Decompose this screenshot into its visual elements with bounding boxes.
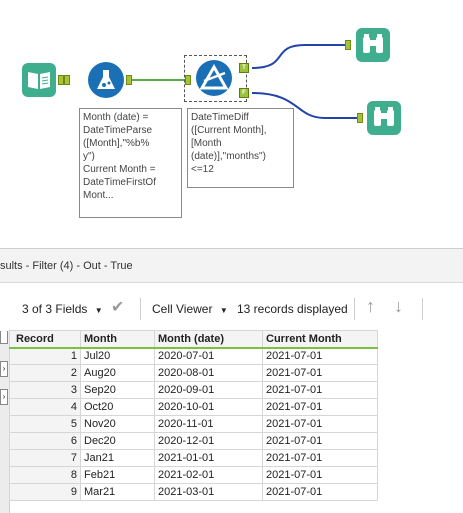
browse-tool-false[interactable] <box>367 101 401 135</box>
column-header-current-month[interactable]: Current Month <box>262 330 378 349</box>
book-icon <box>28 72 50 89</box>
formula-tool[interactable] <box>88 62 124 98</box>
toolbar-divider <box>354 298 355 320</box>
current-month-cell[interactable]: 2021-07-01 <box>262 483 378 501</box>
flask-icon <box>97 70 115 89</box>
filter-false-anchor[interactable]: F <box>239 88 249 98</box>
filter-tool[interactable] <box>196 60 232 96</box>
grid-header-row: Record Month Month (date) Current Month <box>9 330 378 349</box>
month-date-cell[interactable]: 2020-11-01 <box>154 415 263 433</box>
filter-true-anchor[interactable]: T <box>239 63 249 73</box>
month-cell[interactable]: Jul20 <box>80 347 155 365</box>
results-grid: Record Month Month (date) Current Month … <box>9 330 378 501</box>
toolbar-divider <box>422 298 423 320</box>
fields-selector[interactable]: 3 of 3 Fields ▼ <box>22 302 103 316</box>
table-row[interactable]: 4 Oct20 2020-10-01 2021-07-01 <box>9 398 378 416</box>
binoculars-icon <box>374 107 394 126</box>
browse-true-input-anchor[interactable] <box>345 40 351 50</box>
month-cell[interactable]: Dec20 <box>80 432 155 450</box>
month-cell[interactable]: Sep20 <box>80 381 155 399</box>
grid-body: 1 Jul20 2020-07-01 2021-07-01 2 Aug20 2020-08-… <box>9 347 378 501</box>
month-date-cell[interactable]: 2020-10-01 <box>154 398 263 416</box>
month-cell[interactable]: Mar21 <box>80 483 155 501</box>
arrow-up-icon[interactable]: ↑ <box>366 296 375 317</box>
month-date-cell[interactable]: 2020-07-01 <box>154 347 263 365</box>
record-cell[interactable]: 1 <box>9 347 81 365</box>
month-date-cell[interactable]: 2021-01-01 <box>154 449 263 467</box>
table-row[interactable]: 2 Aug20 2020-08-01 2021-07-01 <box>9 364 378 382</box>
month-date-cell[interactable]: 2021-03-01 <box>154 483 263 501</box>
browse-tool-true[interactable] <box>356 28 390 62</box>
current-month-cell[interactable]: 2021-07-01 <box>262 415 378 433</box>
table-row[interactable]: 6 Dec20 2020-12-01 2021-07-01 <box>9 432 378 450</box>
record-cell[interactable]: 4 <box>9 398 81 416</box>
month-cell[interactable]: Nov20 <box>80 415 155 433</box>
record-cell[interactable]: 6 <box>9 432 81 450</box>
current-month-cell[interactable]: 2021-07-01 <box>262 381 378 399</box>
filter-annotation: DateTimeDiff ([Current Month], [Month (d… <box>187 108 294 188</box>
table-row[interactable]: 1 Jul20 2020-07-01 2021-07-01 <box>9 347 378 365</box>
month-date-cell[interactable]: 2021-02-01 <box>154 466 263 484</box>
arrow-down-icon[interactable]: ↓ <box>394 296 403 317</box>
record-cell[interactable]: 5 <box>9 415 81 433</box>
record-cell[interactable]: 2 <box>9 364 81 382</box>
current-month-cell[interactable]: 2021-07-01 <box>262 432 378 450</box>
month-date-cell[interactable]: 2020-09-01 <box>154 381 263 399</box>
table-row[interactable]: 7 Jan21 2021-01-01 2021-07-01 <box>9 449 378 467</box>
binoculars-icon <box>363 34 383 53</box>
record-cell[interactable]: 9 <box>9 483 81 501</box>
results-toolbar: 3 of 3 Fields ▼ ✔ Cell Viewer ▼ 13 recor… <box>0 283 463 331</box>
record-cell[interactable]: 7 <box>9 449 81 467</box>
formula-annotation: Month (date) = DateTimeParse ([Month],"%… <box>79 108 182 218</box>
current-month-cell[interactable]: 2021-07-01 <box>262 398 378 416</box>
current-month-cell[interactable]: 2021-07-01 <box>262 347 378 365</box>
cell-viewer-dropdown[interactable]: Cell Viewer ▼ <box>152 302 228 316</box>
filter-input-anchor[interactable] <box>185 75 191 85</box>
filter-triangle-icon <box>199 63 229 90</box>
chevron-down-icon: ▼ <box>219 306 228 315</box>
browse-false-input-anchor[interactable] <box>357 113 363 123</box>
formula-input-anchor[interactable] <box>64 75 70 85</box>
input-data-tool[interactable] <box>22 63 56 97</box>
chevron-right-icon[interactable]: › <box>0 389 8 405</box>
formula-output-anchor[interactable] <box>126 75 132 85</box>
table-row[interactable]: 5 Nov20 2020-11-01 2021-07-01 <box>9 415 378 433</box>
column-header-month-date[interactable]: Month (date) <box>154 330 263 349</box>
record-cell[interactable]: 8 <box>9 466 81 484</box>
table-row[interactable]: 3 Sep20 2020-09-01 2021-07-01 <box>9 381 378 399</box>
month-cell[interactable]: Oct20 <box>80 398 155 416</box>
table-row[interactable]: 8 Feb21 2021-02-01 2021-07-01 <box>9 466 378 484</box>
table-row[interactable]: 9 Mar21 2021-03-01 2021-07-01 <box>9 483 378 501</box>
chevron-down-icon: ▼ <box>94 306 103 315</box>
month-cell[interactable]: Jan21 <box>80 449 155 467</box>
results-title: sults - Filter (4) - Out - True <box>0 248 463 283</box>
column-header-record[interactable]: Record <box>9 330 81 349</box>
workflow-canvas[interactable]: Month (date) = DateTimeParse ([Month],"%… <box>0 0 463 246</box>
column-header-month[interactable]: Month <box>80 330 155 349</box>
month-date-cell[interactable]: 2020-08-01 <box>154 364 263 382</box>
checkmark-icon[interactable]: ✔ <box>111 297 124 317</box>
cell-viewer-label: Cell Viewer <box>152 302 213 316</box>
current-month-cell[interactable]: 2021-07-01 <box>262 466 378 484</box>
fields-selector-label: 3 of 3 Fields <box>22 302 88 316</box>
month-cell[interactable]: Feb21 <box>80 466 155 484</box>
month-cell[interactable]: Aug20 <box>80 364 155 382</box>
toolbar-divider <box>140 298 141 320</box>
record-cell[interactable]: 3 <box>9 381 81 399</box>
chevron-right-icon[interactable]: › <box>0 361 8 377</box>
records-displayed-text: 13 records displayed <box>237 302 348 316</box>
month-date-cell[interactable]: 2020-12-01 <box>154 432 263 450</box>
current-month-cell[interactable]: 2021-07-01 <box>262 364 378 382</box>
current-month-cell[interactable]: 2021-07-01 <box>262 449 378 467</box>
